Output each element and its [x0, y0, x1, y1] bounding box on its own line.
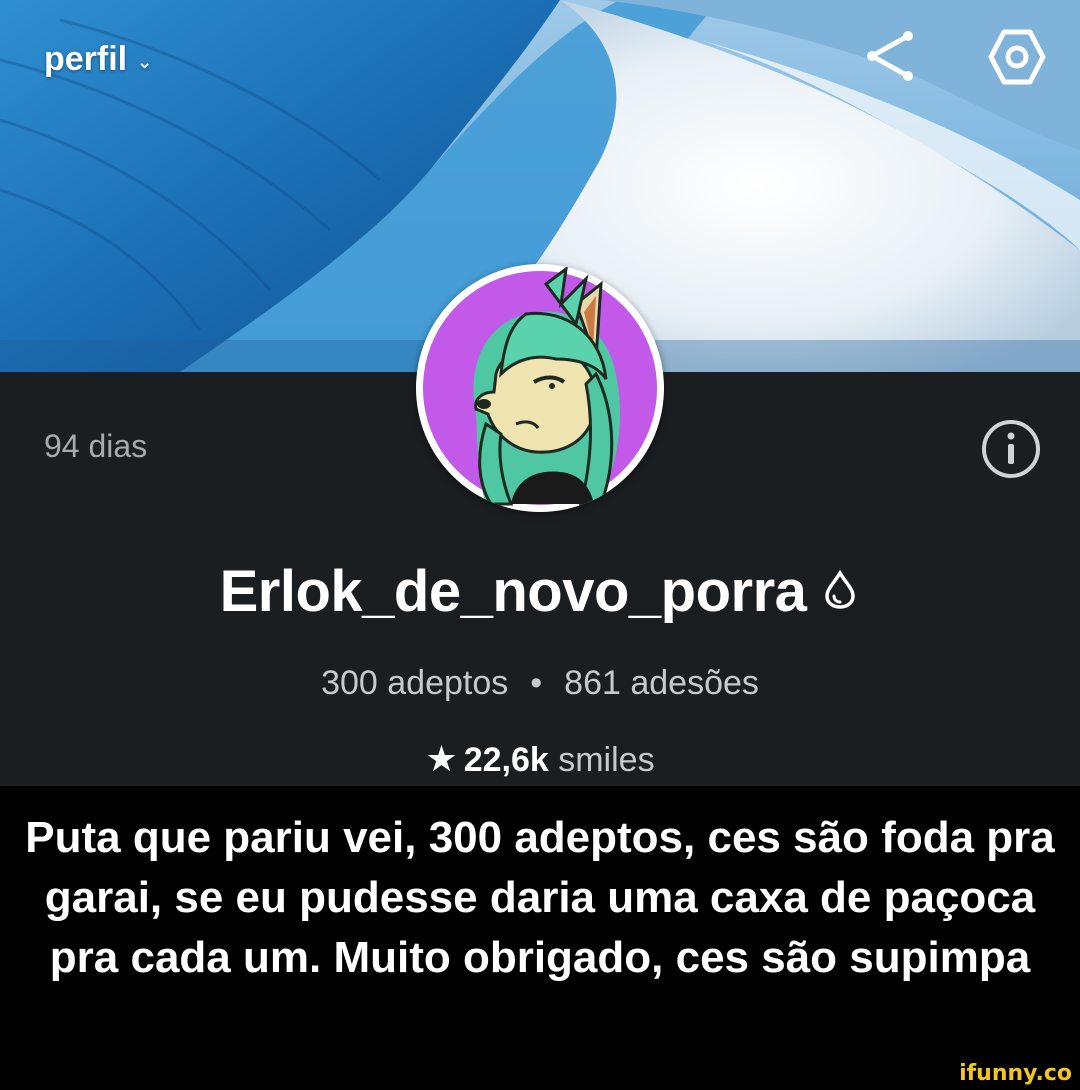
drop-icon	[820, 556, 860, 623]
share-icon	[867, 31, 913, 81]
avatar-image	[417, 265, 663, 511]
account-age: 94 dias	[44, 428, 148, 464]
username: Erlok_de_novo_porra	[219, 559, 807, 624]
info-button[interactable]	[980, 418, 1042, 480]
smiles-row: ★ 22,6k smiles	[0, 738, 1080, 780]
username-row: Erlok_de_novo_porra	[0, 558, 1080, 629]
smiles-label: smiles	[558, 741, 655, 779]
avatar[interactable]	[416, 264, 664, 512]
meme-caption: Puta que pariu vei, 300 adeptos, ces são…	[25, 813, 1055, 982]
followers-count[interactable]: 300 adeptos	[321, 664, 508, 702]
watermark-logo: ifunny.co	[959, 1061, 1072, 1086]
share-button[interactable]	[860, 26, 920, 86]
star-icon: ★	[425, 738, 458, 779]
smiles-count: 22,6k	[463, 741, 549, 779]
settings-button[interactable]	[986, 26, 1048, 88]
settings-icon	[988, 29, 1046, 85]
chevron-down-icon: ⌄	[137, 52, 153, 72]
profile-stats: 300 adeptos • 861 adesões	[0, 664, 1080, 703]
profile-menu-dropdown[interactable]: perfil ⌄	[44, 40, 152, 79]
stats-separator: •	[530, 664, 543, 702]
info-icon	[982, 420, 1040, 478]
page-title: perfil	[44, 40, 128, 78]
subscriptions-count[interactable]: 861 adesões	[564, 664, 759, 702]
